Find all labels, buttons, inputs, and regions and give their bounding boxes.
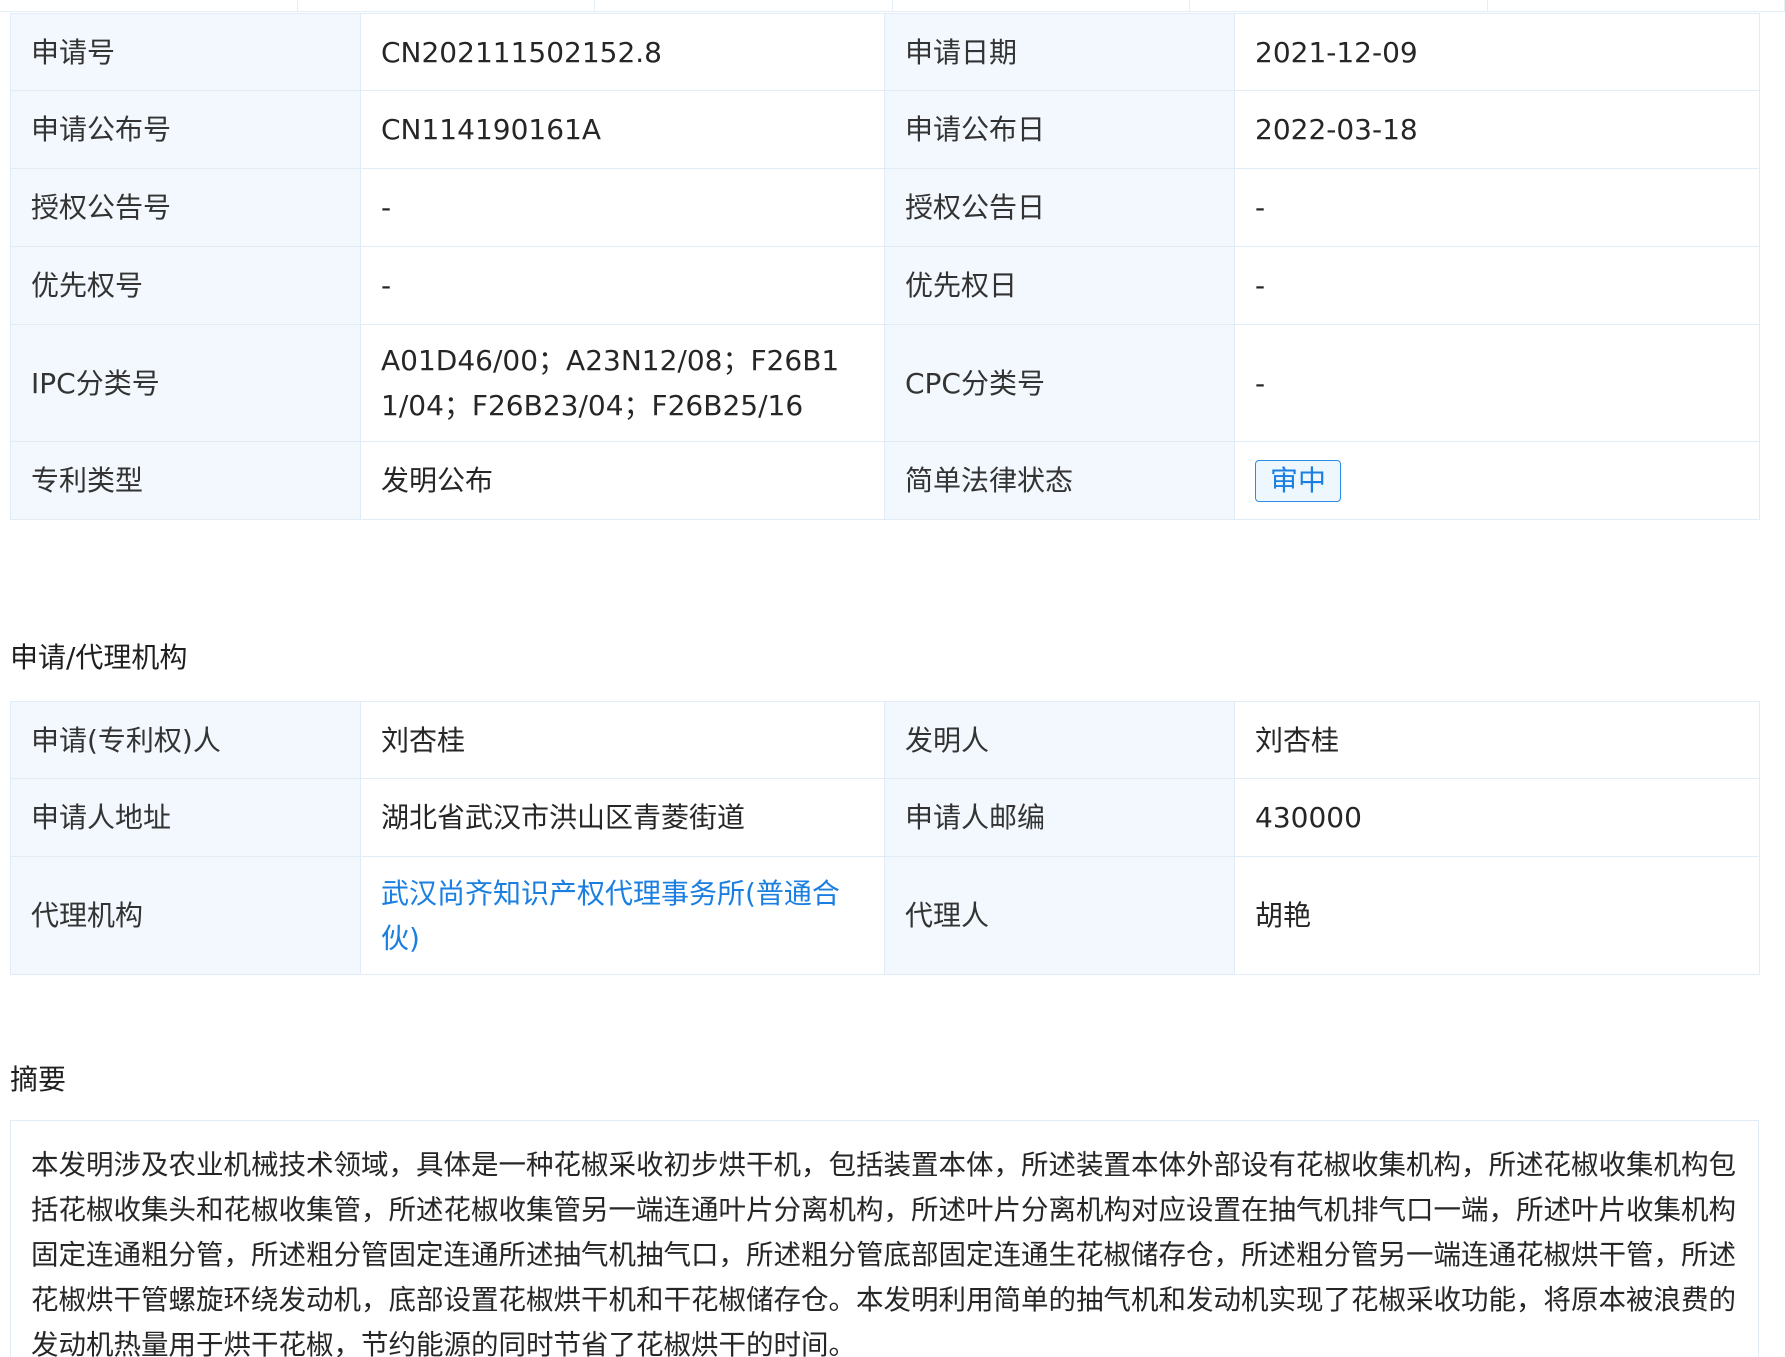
pub-date-value: 2022-03-18: [1234, 90, 1760, 169]
address-label: 申请人地址: [10, 778, 361, 857]
table-row: 代理机构 武汉尚齐知识产权代理事务所(普通合伙) 代理人 胡艳: [10, 856, 1760, 975]
applicant-value: 刘杏桂: [360, 701, 885, 779]
pub-no-value: CN114190161A: [360, 90, 885, 169]
agent-label: 代理人: [884, 856, 1235, 975]
cpc-label: CPC分类号: [884, 324, 1235, 442]
app-no-label: 申请号: [10, 13, 361, 91]
tab-segment[interactable]: [298, 0, 595, 12]
patent-type-value: 发明公布: [360, 441, 885, 520]
priority-no-label: 优先权号: [10, 246, 361, 325]
tab-segment[interactable]: [0, 0, 298, 12]
pub-date-label: 申请公布日: [884, 90, 1235, 169]
section-title-agent: 申请/代理机构: [10, 641, 188, 674]
cpc-value: -: [1234, 324, 1760, 442]
priority-date-label: 优先权日: [884, 246, 1235, 325]
app-no-value: CN202111502152.8: [360, 13, 885, 91]
basic-info-table: 申请号 CN202111502152.8 申请日期 2021-12-09 申请公…: [10, 13, 1760, 520]
grant-date-label: 授权公告日: [884, 168, 1235, 247]
tab-segment[interactable]: [595, 0, 893, 12]
agency-link[interactable]: 武汉尚齐知识产权代理事务所(普通合伙): [381, 877, 840, 955]
table-row: 专利类型 发明公布 简单法律状态 审中: [10, 441, 1760, 520]
pub-no-label: 申请公布号: [10, 90, 361, 169]
table-row: 申请人地址 湖北省武汉市洪山区青菱街道 申请人邮编 430000: [10, 778, 1760, 857]
grant-no-label: 授权公告号: [10, 168, 361, 247]
app-date-value: 2021-12-09: [1234, 13, 1760, 91]
agent-value: 胡艳: [1234, 856, 1760, 975]
priority-no-value: -: [360, 246, 885, 325]
section-title-abstract: 摘要: [10, 1063, 67, 1096]
table-row: 申请公布号 CN114190161A 申请公布日 2022-03-18: [10, 90, 1760, 169]
agency-label: 代理机构: [10, 856, 361, 975]
inventor-label: 发明人: [884, 701, 1235, 779]
abstract-box: 本发明涉及农业机械技术领域，具体是一种花椒采收初步烘干机，包括装置本体，所述装置…: [10, 1120, 1759, 1357]
zip-label: 申请人邮编: [884, 778, 1235, 857]
patent-detail-page: 申请号 CN202111502152.8 申请日期 2021-12-09 申请公…: [0, 0, 1785, 1357]
table-row: 申请号 CN202111502152.8 申请日期 2021-12-09: [10, 13, 1760, 91]
tab-segment[interactable]: [1190, 0, 1488, 12]
address-value: 湖北省武汉市洪山区青菱街道: [360, 778, 885, 857]
abstract-text: 本发明涉及农业机械技术领域，具体是一种花椒采收初步烘干机，包括装置本体，所述装置…: [31, 1149, 1736, 1357]
agent-info-table: 申请(专利权)人 刘杏桂 发明人 刘杏桂 申请人地址 湖北省武汉市洪山区青菱街道…: [10, 701, 1760, 975]
inventor-value: 刘杏桂: [1234, 701, 1760, 779]
table-row: IPC分类号 A01D46/00；A23N12/08；F26B11/04；F26…: [10, 324, 1760, 442]
table-row: 优先权号 - 优先权日 -: [10, 246, 1760, 325]
tab-strip: [0, 0, 1785, 12]
priority-date-value: -: [1234, 246, 1760, 325]
legal-status-cell: 审中: [1234, 441, 1760, 520]
patent-type-label: 专利类型: [10, 441, 361, 520]
grant-date-value: -: [1234, 168, 1760, 247]
legal-status-label: 简单法律状态: [884, 441, 1235, 520]
grant-no-value: -: [360, 168, 885, 247]
zip-value: 430000: [1234, 778, 1760, 857]
tab-segment[interactable]: [893, 0, 1190, 12]
agency-cell: 武汉尚齐知识产权代理事务所(普通合伙): [360, 856, 885, 975]
ipc-value: A01D46/00；A23N12/08；F26B11/04；F26B23/04；…: [360, 324, 885, 442]
ipc-label: IPC分类号: [10, 324, 361, 442]
table-row: 授权公告号 - 授权公告日 -: [10, 168, 1760, 247]
applicant-label: 申请(专利权)人: [10, 701, 361, 779]
app-date-label: 申请日期: [884, 13, 1235, 91]
table-row: 申请(专利权)人 刘杏桂 发明人 刘杏桂: [10, 701, 1760, 779]
tab-segment[interactable]: [1488, 0, 1785, 12]
status-badge[interactable]: 审中: [1255, 460, 1342, 502]
